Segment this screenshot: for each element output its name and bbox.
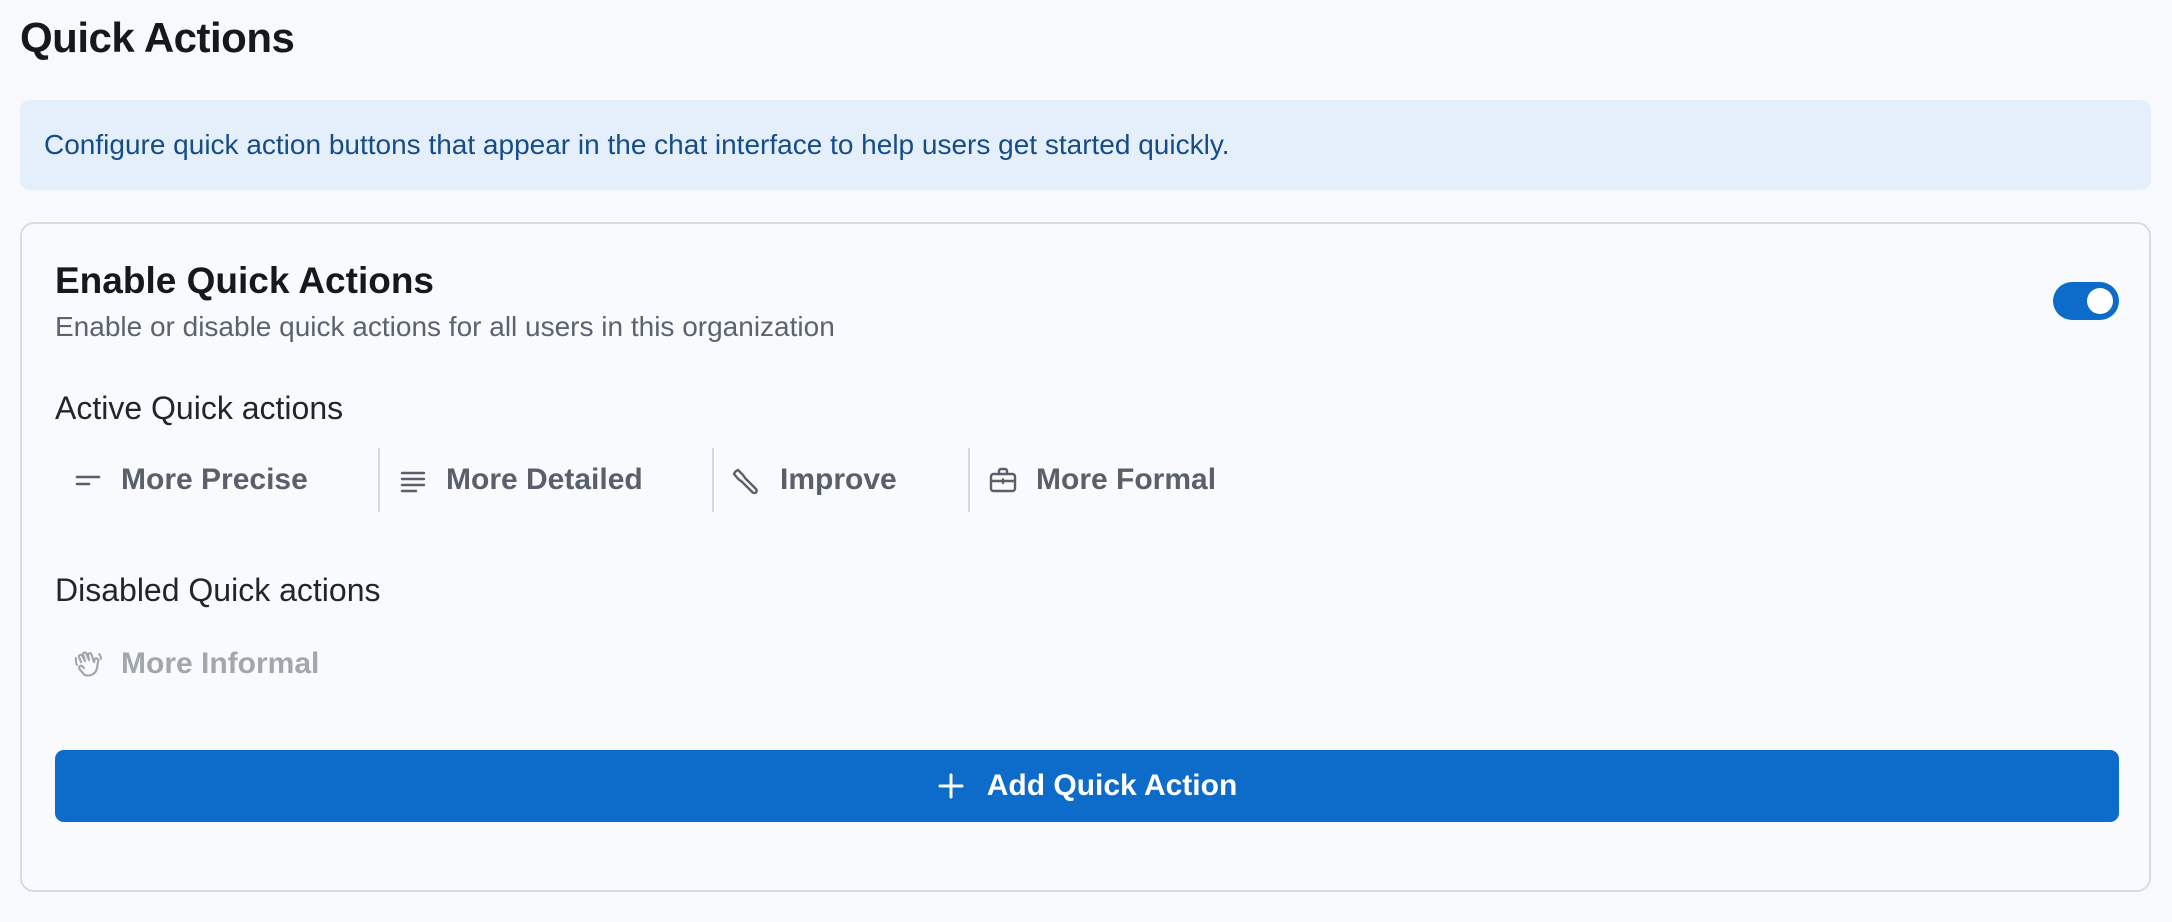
page-title: Quick Actions: [20, 14, 295, 61]
action-label: More Precise: [121, 463, 308, 496]
disabled-quick-actions-list: More Informal: [55, 634, 337, 694]
action-label: More Informal: [121, 647, 320, 680]
info-banner: Configure quick action buttons that appe…: [20, 100, 2151, 190]
card-title: Enable Quick Actions: [55, 260, 434, 301]
active-quick-actions-list: More Precise More Detailed Improve More …: [55, 448, 1234, 512]
enable-quick-actions-toggle[interactable]: [2053, 282, 2119, 320]
card-subtitle: Enable or disable quick actions for all …: [55, 311, 835, 342]
plus-icon: [937, 772, 965, 800]
action-more-informal[interactable]: More Informal: [55, 632, 337, 696]
add-quick-action-button[interactable]: Add Quick Action: [55, 750, 2119, 822]
add-button-label: Add Quick Action: [986, 769, 1238, 802]
toggle-knob: [2087, 288, 2113, 314]
briefcase-icon: [988, 465, 1018, 495]
quick-actions-page: Quick Actions Configure quick action but…: [0, 0, 2172, 922]
active-quick-actions-label: Active Quick actions: [55, 390, 344, 426]
action-label: More Detailed: [446, 463, 643, 496]
action-more-precise[interactable]: More Precise: [55, 448, 378, 512]
quick-actions-card: Enable Quick Actions Enable or disable q…: [20, 222, 2151, 892]
short-lines-icon: [73, 465, 103, 495]
action-label: Improve: [780, 463, 897, 496]
action-more-detailed[interactable]: More Detailed: [380, 448, 712, 512]
info-banner-text: Configure quick action buttons that appe…: [44, 129, 1230, 160]
action-improve[interactable]: Improve: [714, 448, 968, 512]
disabled-quick-actions-label: Disabled Quick actions: [55, 572, 381, 608]
action-label: More Formal: [1036, 463, 1217, 496]
text-lines-icon: [398, 465, 428, 495]
action-more-formal[interactable]: More Formal: [970, 448, 1234, 512]
wrench-icon: [732, 465, 762, 495]
waving-hand-icon: [73, 649, 103, 679]
